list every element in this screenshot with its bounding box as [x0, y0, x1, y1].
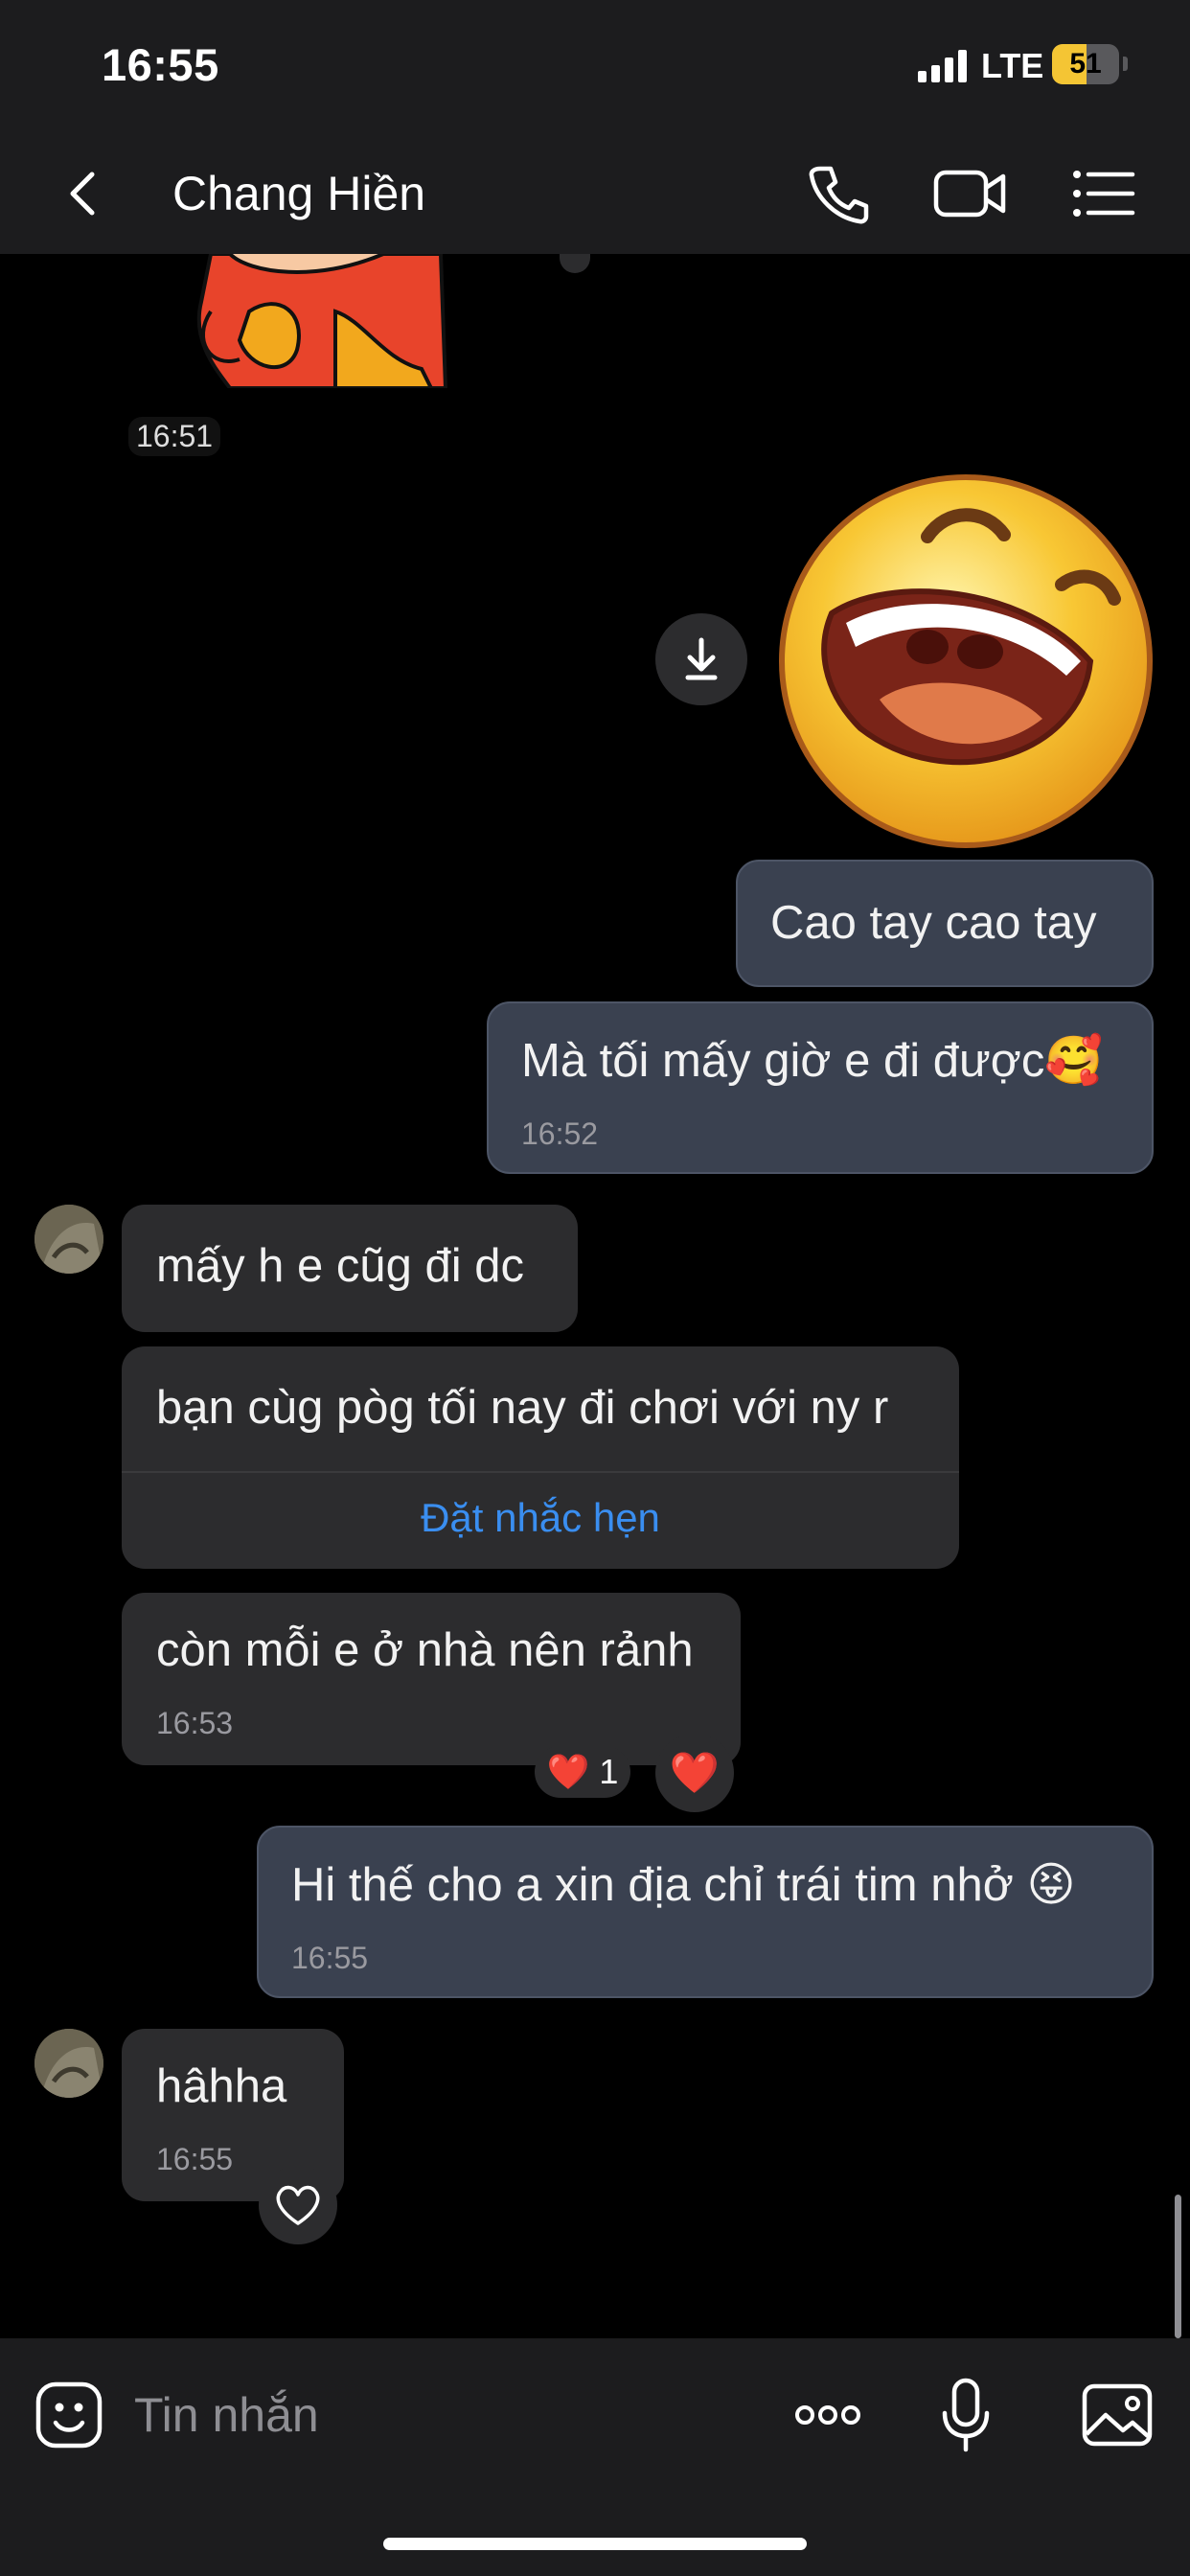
heart-outline-icon — [276, 2185, 320, 2225]
more-options-icon[interactable] — [788, 2375, 868, 2455]
battery-percent: 51 — [1069, 48, 1102, 80]
message-text: bạn cùg pòg tối nay đi chơi với ny r — [156, 1382, 889, 1434]
download-button[interactable] — [655, 613, 747, 705]
avatar-image — [34, 1205, 103, 1274]
scrollbar[interactable] — [1175, 2195, 1181, 2338]
message-text: hâhha — [156, 2060, 287, 2112]
sticker-timestamp: 16:51 — [128, 417, 221, 456]
contact-avatar[interactable] — [34, 1205, 103, 1274]
sent-message-bubble[interactable]: Cao tay cao tay — [736, 860, 1154, 987]
message-timestamp: 16:52 — [521, 1116, 599, 1151]
message-list[interactable]: 16:51 Cao tay cao tay Mà tối mấy giờ e đ… — [0, 254, 1190, 2338]
home-indicator[interactable] — [383, 2538, 807, 2550]
set-reminder-link[interactable]: Đặt nhắc hẹn — [122, 1495, 959, 1541]
battery-icon: 51 — [1052, 44, 1119, 84]
video-camera-icon[interactable] — [931, 155, 1008, 232]
message-timestamp: 16:55 — [291, 1941, 369, 1975]
menu-list-icon[interactable] — [1064, 155, 1140, 232]
received-message-bubble[interactable]: bạn cùg pòg tối nay đi chơi với ny r Đặt… — [122, 1346, 959, 1569]
image-gallery-icon[interactable] — [1077, 2375, 1157, 2455]
back-chevron-icon[interactable] — [56, 165, 113, 222]
status-time: 16:55 — [102, 39, 219, 90]
reaction-count-badge[interactable]: ❤️ 1 — [535, 1746, 630, 1798]
microphone-icon[interactable] — [926, 2375, 1006, 2455]
signal-strength-icon — [918, 50, 968, 82]
received-message-bubble[interactable]: mấy h e cũg đi dc — [122, 1205, 578, 1332]
cartoon-sticker[interactable] — [192, 254, 460, 388]
message-text: Mà tối mấy giờ e đi được🥰 — [521, 1035, 1104, 1087]
sent-message-bubble[interactable]: Mà tối mấy giờ e đi được🥰 16:52 — [487, 1001, 1154, 1174]
heart-reaction-button[interactable]: ❤️ — [655, 1734, 734, 1812]
contact-avatar[interactable] — [34, 2029, 103, 2098]
partial-reaction-button — [560, 254, 590, 273]
message-text: mấy h e cũg đi dc — [156, 1240, 525, 1292]
message-input-bar — [0, 2338, 1190, 2576]
laughing-emoji-sticker[interactable] — [774, 470, 1157, 853]
phone-icon[interactable] — [799, 155, 876, 232]
status-bar: 16:55 LTE 51 — [0, 0, 1190, 134]
download-icon — [685, 637, 718, 680]
network-type: LTE — [981, 46, 1044, 85]
add-reaction-button[interactable] — [259, 2166, 337, 2244]
avatar-image — [34, 2029, 103, 2098]
message-text: Hi thế cho a xin địa chỉ trái tim nhở 😝 — [291, 1859, 1076, 1911]
chat-header: Chang Hiền — [0, 134, 1190, 254]
sent-message-bubble[interactable]: Hi thế cho a xin địa chỉ trái tim nhở 😝 … — [257, 1826, 1154, 1998]
bubble-divider — [122, 1471, 959, 1473]
message-timestamp: 16:53 — [156, 1706, 234, 1740]
sticker-emoji-icon[interactable] — [29, 2375, 109, 2455]
received-message-bubble[interactable]: còn mỗi e ở nhà nên rảnh 16:53 — [122, 1593, 741, 1765]
battery-tip — [1123, 57, 1128, 71]
message-text: Cao tay cao tay — [770, 897, 1097, 949]
message-text: còn mỗi e ở nhà nên rảnh — [156, 1624, 694, 1676]
message-input[interactable] — [134, 2377, 690, 2453]
contact-name[interactable]: Chang Hiền — [172, 161, 425, 226]
message-timestamp: 16:55 — [156, 2142, 234, 2176]
